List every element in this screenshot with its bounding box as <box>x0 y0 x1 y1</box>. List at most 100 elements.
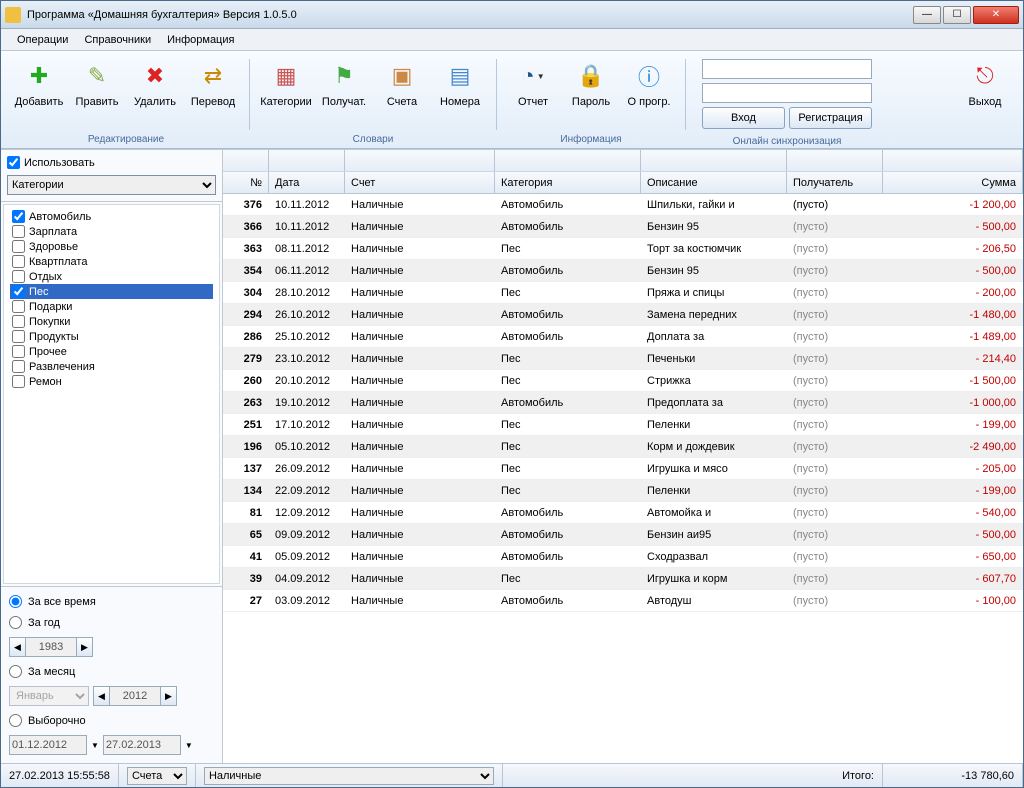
menu-reference[interactable]: Справочники <box>76 32 159 48</box>
group-edit-label: Редактирование <box>88 131 164 148</box>
atm-icon: ▤ <box>444 60 476 92</box>
login-button[interactable]: Вход <box>702 107 785 129</box>
category-item[interactable]: Зарплата <box>10 224 213 239</box>
transfer-button[interactable]: ⇄Перевод <box>185 55 241 131</box>
category-item[interactable]: Продукты <box>10 329 213 344</box>
group-dict-label: Словари <box>353 131 394 148</box>
col-recipient: Получатель <box>787 172 883 193</box>
numbers-button[interactable]: ▤Номера <box>432 55 488 131</box>
use-filter-checkbox[interactable]: Использовать <box>7 156 216 169</box>
period-custom-radio[interactable]: Выборочно <box>9 714 214 727</box>
category-item[interactable]: Здоровье <box>10 239 213 254</box>
category-list[interactable]: АвтомобильЗарплатаЗдоровьеКвартплатаОтды… <box>3 204 220 584</box>
transfer-icon: ⇄ <box>197 60 229 92</box>
month-select[interactable]: Январь <box>9 686 89 706</box>
categories-button[interactable]: ▦Категории <box>258 55 314 131</box>
menu-info[interactable]: Информация <box>159 32 242 48</box>
col-description: Описание <box>641 172 787 193</box>
delete-icon: ✖ <box>139 60 171 92</box>
boxes-icon: ▦ <box>270 60 302 92</box>
people-icon: ⚑ <box>328 60 360 92</box>
table-row[interactable]: 19605.10.2012НаличныеПесКорм и дождевик(… <box>223 436 1023 458</box>
status-total-label: Итого: <box>834 764 883 787</box>
pie-chart-icon: ◔▼ <box>517 60 549 92</box>
grid-filter-row[interactable] <box>223 150 1023 172</box>
table-row[interactable]: 26020.10.2012НаличныеПесСтрижка(пусто)-1… <box>223 370 1023 392</box>
table-row[interactable]: 37610.11.2012НаличныеАвтомобильШпильки, … <box>223 194 1023 216</box>
category-item[interactable]: Ремон <box>10 374 213 389</box>
status-datetime: 27.02.2013 15:55:58 <box>1 764 119 787</box>
pencil-icon: ✎ <box>81 60 113 92</box>
col-account: Счет <box>345 172 495 193</box>
minimize-button[interactable]: — <box>913 6 941 24</box>
sync-password-input[interactable] <box>702 83 872 103</box>
filter-type-combo[interactable]: Категории <box>7 175 216 195</box>
date-from-input[interactable] <box>9 735 87 755</box>
category-item[interactable]: Покупки <box>10 314 213 329</box>
table-row[interactable]: 35406.11.2012НаличныеАвтомобильБензин 95… <box>223 260 1023 282</box>
category-item[interactable]: Прочее <box>10 344 213 359</box>
category-item[interactable]: Автомобиль <box>10 209 213 224</box>
info-icon: ⓘ <box>633 60 665 92</box>
wallet-icon: ▣ <box>386 60 418 92</box>
category-item[interactable]: Квартплата <box>10 254 213 269</box>
table-row[interactable]: 26319.10.2012НаличныеАвтомобильПредоплат… <box>223 392 1023 414</box>
menu-operations[interactable]: Операции <box>9 32 76 48</box>
app-icon <box>5 7 21 23</box>
table-row[interactable]: 25117.10.2012НаличныеПесПеленки(пусто)- … <box>223 414 1023 436</box>
table-row[interactable]: 13726.09.2012НаличныеПесИгрушка и мясо(п… <box>223 458 1023 480</box>
sync-login-input[interactable] <box>702 59 872 79</box>
category-item[interactable]: Пес <box>10 284 213 299</box>
grid-header[interactable]: № Дата Счет Категория Описание Получател… <box>223 172 1023 194</box>
status-account-value[interactable]: Наличные <box>204 767 494 785</box>
statusbar: 27.02.2013 15:55:58 Счета Наличные Итого… <box>1 763 1023 787</box>
password-button[interactable]: 🔒Пароль <box>563 55 619 131</box>
status-total-value: -13 780,60 <box>883 764 1023 787</box>
group-sync-label: Онлайн синхронизация <box>733 133 842 150</box>
period-all-radio[interactable]: За все время <box>9 595 214 608</box>
sidebar: Использовать Категории АвтомобильЗарплат… <box>1 150 223 763</box>
status-account-type[interactable]: Счета <box>127 767 187 785</box>
month-year-spinner[interactable]: ◀▶ <box>93 686 177 706</box>
add-button[interactable]: ✚Добавить <box>11 55 67 131</box>
table-row[interactable]: 6509.09.2012НаличныеАвтомобильБензин аи9… <box>223 524 1023 546</box>
lock-icon: 🔒 <box>575 60 607 92</box>
category-item[interactable]: Развлечения <box>10 359 213 374</box>
table-row[interactable]: 36610.11.2012НаличныеАвтомобильБензин 95… <box>223 216 1023 238</box>
table-row[interactable]: 30428.10.2012НаличныеПесПряжа и спицы(пу… <box>223 282 1023 304</box>
ribbon: ✚Добавить ✎Править ✖Удалить ⇄Перевод Ред… <box>1 51 1023 149</box>
menubar: Операции Справочники Информация <box>1 29 1023 51</box>
col-sum: Сумма <box>883 172 1023 193</box>
edit-button[interactable]: ✎Править <box>69 55 125 131</box>
category-item[interactable]: Отдых <box>10 269 213 284</box>
accounts-button[interactable]: ▣Счета <box>374 55 430 131</box>
exit-button[interactable]: ⎋Выход <box>957 55 1013 131</box>
year-spinner[interactable]: ◀▶ <box>9 637 93 657</box>
close-button[interactable]: ✕ <box>973 6 1019 24</box>
group-info-label: Информация <box>560 131 621 148</box>
table-row[interactable]: 3904.09.2012НаличныеПесИгрушка и корм(пу… <box>223 568 1023 590</box>
maximize-button[interactable]: ☐ <box>943 6 971 24</box>
titlebar: Программа «Домашняя бухгалтерия» Версия … <box>1 1 1023 29</box>
table-row[interactable]: 13422.09.2012НаличныеПесПеленки(пусто)- … <box>223 480 1023 502</box>
recipients-button[interactable]: ⚑Получат. <box>316 55 372 131</box>
table-row[interactable]: 28625.10.2012НаличныеАвтомобильДоплата з… <box>223 326 1023 348</box>
delete-button[interactable]: ✖Удалить <box>127 55 183 131</box>
table-row[interactable]: 2703.09.2012НаличныеАвтомобильАвтодуш(пу… <box>223 590 1023 612</box>
report-button[interactable]: ◔▼Отчет <box>505 55 561 131</box>
window-title: Программа «Домашняя бухгалтерия» Версия … <box>27 9 913 21</box>
col-category: Категория <box>495 172 641 193</box>
table-row[interactable]: 27923.10.2012НаличныеПесПеченьки(пусто)-… <box>223 348 1023 370</box>
category-item[interactable]: Подарки <box>10 299 213 314</box>
table-row[interactable]: 36308.11.2012НаличныеПесТорт за костюмчи… <box>223 238 1023 260</box>
table-row[interactable]: 29426.10.2012НаличныеАвтомобильЗамена пе… <box>223 304 1023 326</box>
register-button[interactable]: Регистрация <box>789 107 872 129</box>
col-date: Дата <box>269 172 345 193</box>
period-year-radio[interactable]: За год <box>9 616 214 629</box>
plus-icon: ✚ <box>23 60 55 92</box>
date-to-input[interactable] <box>103 735 181 755</box>
table-row[interactable]: 8112.09.2012НаличныеАвтомобильАвтомойка … <box>223 502 1023 524</box>
table-row[interactable]: 4105.09.2012НаличныеАвтомобильСходразвал… <box>223 546 1023 568</box>
about-button[interactable]: ⓘО прогр. <box>621 55 677 131</box>
period-month-radio[interactable]: За месяц <box>9 665 214 678</box>
